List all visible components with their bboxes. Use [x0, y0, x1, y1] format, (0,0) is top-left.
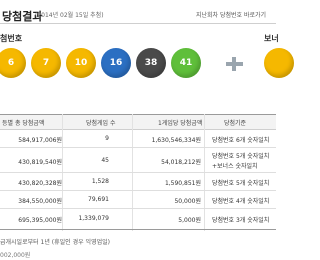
bonus-number-heading: 보너 — [264, 34, 279, 43]
row-total-amount: 430,819,540원 — [18, 159, 62, 166]
row-total-amount: 430,820,328원 — [18, 180, 62, 187]
col-winner-count: 당첨게임 수 — [86, 120, 116, 127]
row-criteria: 당첨번호 3개 숫자일치 — [212, 217, 270, 224]
winning-ball-6: 41 — [171, 48, 201, 78]
row-total-amount: 584,917,006원 — [18, 137, 62, 144]
winning-ball-2: 7 — [31, 48, 61, 78]
col-criteria: 당첨기준 — [224, 120, 247, 127]
winning-ball-1: 6 — [0, 48, 26, 78]
col-total-amount: 등별 총 당첨금액 — [2, 120, 45, 127]
row-winner-count: 1,528 — [91, 178, 109, 185]
table-row: 695,395,000원 1,339,079 5,000원 당첨번호 3개 숫자… — [0, 209, 276, 230]
row-per-game-amount: 50,000원 — [174, 198, 201, 205]
winning-ball-5: 38 — [136, 48, 166, 78]
previous-round-link[interactable]: 지난회차 당첨번호 바로가기 — [196, 10, 266, 19]
row-winner-count: 9 — [105, 135, 109, 142]
plus-icon — [226, 57, 243, 71]
row-winner-count: 1,339,079 — [78, 215, 109, 222]
row-per-game-amount: 5,000원 — [178, 217, 201, 224]
row-per-game-amount: 1,630,546,334원 — [151, 137, 201, 144]
row-winner-count: 45 — [101, 157, 109, 164]
payout-period-note: 급개시일로부터 1년 (휴일인 경우 익영업일) — [0, 239, 110, 246]
header-divider — [0, 23, 276, 24]
row-per-game-amount: 54,018,212원 — [161, 159, 201, 166]
table-row: 430,820,328원 1,528 1,590,851원 당첨번호 5개 숫자… — [0, 173, 276, 191]
row-criteria: 당첨번호 5개 숫자일치 — [212, 153, 270, 160]
row-criteria: 당첨번호 4개 숫자일치 — [212, 198, 270, 205]
row-total-amount: 695,395,000원 — [18, 217, 62, 224]
results-table-header: 등별 총 당첨금액 당첨게임 수 1게임당 당첨금액 당첨기준 — [0, 114, 276, 130]
winning-ball-3: 10 — [66, 48, 96, 78]
row-winner-count: 79,691 — [88, 196, 109, 203]
row-total-amount: 384,550,000원 — [18, 198, 62, 205]
table-row: 584,917,006원 9 1,630,546,334원 당첨번호 6개 숫자… — [0, 130, 276, 148]
row-criteria: 당첨번호 5개 숫자일치 — [212, 180, 270, 187]
winning-ball-4: 16 — [101, 48, 131, 78]
draw-date: (2014년 02월 15일 추첨) — [35, 12, 104, 19]
row-criteria-bonus: +보너스 숫자일치 — [212, 163, 258, 170]
footer-amount: 002,000원 — [0, 252, 31, 259]
col-per-game-amount: 1게임당 당첨금액 — [158, 120, 203, 127]
table-row: 384,550,000원 79,691 50,000원 당첨번호 4개 숫자일치 — [0, 191, 276, 209]
bonus-ball — [264, 48, 294, 78]
row-criteria: 당첨번호 6개 숫자일치 — [212, 137, 270, 144]
row-per-game-amount: 1,590,851원 — [164, 180, 201, 187]
table-row: 430,819,540원 45 54,018,212원 당첨번호 5개 숫자일치… — [0, 148, 276, 173]
winning-numbers-heading: 첨번호 — [0, 34, 23, 43]
